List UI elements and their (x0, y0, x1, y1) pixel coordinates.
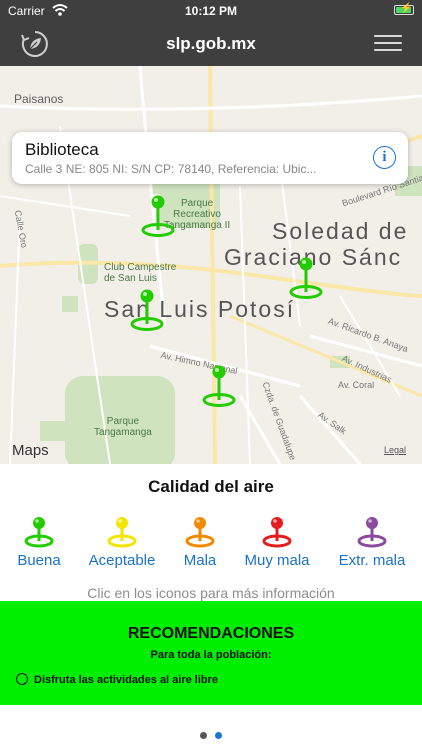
pin-yellow-icon (107, 517, 137, 548)
recommendation-text: Disfruta las actividades al aire libre (34, 674, 219, 686)
legend-item-buena[interactable]: Buena (0, 516, 81, 569)
pin-green-icon (24, 517, 54, 548)
pin-purple-icon (357, 517, 387, 548)
info-icon[interactable]: i (373, 146, 396, 169)
legal-link[interactable]: Legal (384, 445, 406, 455)
recommendations-subtitle: Para toda la población: (150, 649, 272, 661)
station-pin[interactable] (140, 194, 176, 238)
legend-hint: Clic en los iconos para más información (87, 585, 335, 601)
legend-item-mala[interactable]: Mala (158, 516, 242, 569)
battery-icon: ⚡ (394, 3, 414, 15)
recommendations-panel: RECOMENDACIONES Para toda la población: … (0, 601, 422, 705)
legend-item-aceptable[interactable]: Aceptable (80, 516, 164, 569)
legend-label: Mala (183, 552, 217, 569)
callout-address: Calle 3 NE: 805 NI: S/N CP: 78140, Refer… (25, 162, 317, 176)
map-label-paisanos: Paisanos (14, 92, 64, 106)
clock: 10:12 PM (184, 4, 238, 18)
legend-label: Aceptable (88, 552, 156, 569)
recommendations-title: RECOMENDACIONES (127, 625, 295, 642)
page-title: slp.gob.mx (166, 34, 256, 53)
map-park-tangamanga: Parque Tangamanga (94, 416, 152, 438)
status-bar: Carrier 10:12 PM ⚡ (0, 0, 422, 22)
page-dot-active[interactable] (215, 732, 222, 739)
map-park-club-campestre: Club Campestre de San Luis (104, 262, 177, 284)
recommendation-item: Disfruta las actividades al aire libre (16, 673, 218, 686)
map-city-soledad-line1: Soledad de (272, 218, 409, 244)
legend-label: Muy mala (244, 552, 310, 569)
map-street-coral: Av. Coral (338, 380, 375, 390)
pin-red-icon (262, 517, 292, 548)
callout-title: Biblioteca (25, 140, 99, 159)
page-control[interactable] (0, 726, 422, 744)
legend-label: Extr. mala (338, 552, 406, 569)
app-screen: Carrier 10:12 PM ⚡ slp.gob.mx Paisanos S… (0, 0, 422, 750)
legend-item-extr-mala[interactable]: Extr. mala (330, 516, 414, 569)
page-dot[interactable] (200, 732, 207, 739)
nav-bar: slp.gob.mx (0, 22, 422, 66)
station-pin[interactable] (288, 256, 324, 300)
legend-item-muy-mala[interactable]: Muy mala (235, 516, 319, 569)
legend-label: Buena (17, 552, 61, 569)
hamburger-menu-icon[interactable] (374, 35, 402, 53)
map-view[interactable]: Paisanos Soledad de Graciano Sánc San Lu… (0, 66, 422, 464)
station-pin[interactable] (129, 288, 165, 332)
refresh-leaf-icon[interactable] (20, 29, 50, 59)
legend-title: Calidad del aire (148, 477, 274, 496)
pin-orange-icon (185, 517, 215, 548)
maps-logo: Maps (12, 442, 49, 459)
station-callout[interactable]: Biblioteca Calle 3 NE: 805 NI: S/N CP: 7… (12, 132, 408, 184)
maps-logo-text: Maps (12, 442, 49, 459)
bullet-circle-icon (16, 673, 28, 685)
station-pin[interactable] (201, 364, 237, 408)
